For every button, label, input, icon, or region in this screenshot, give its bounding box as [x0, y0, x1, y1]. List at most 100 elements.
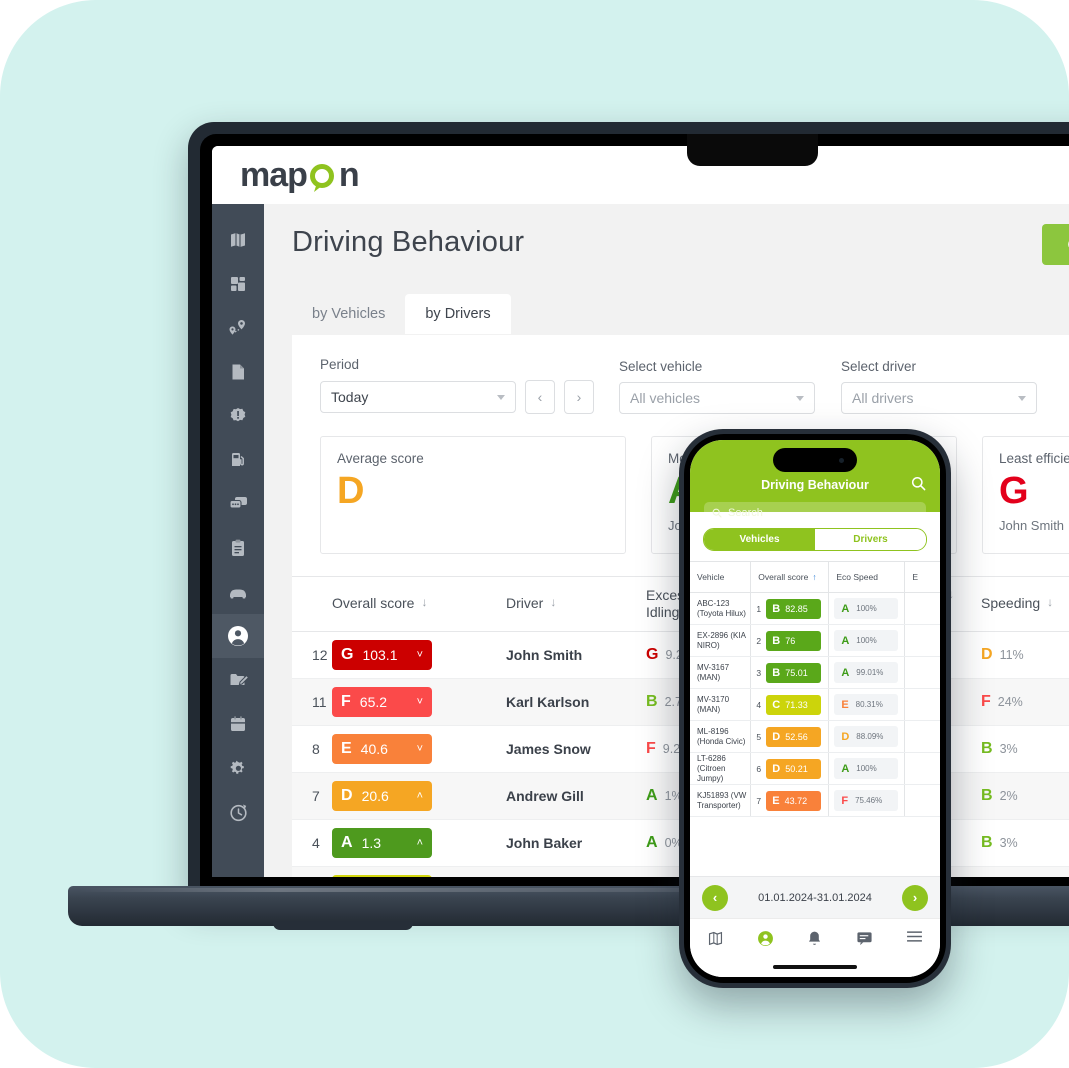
phone-table-row[interactable]: MV-3170 (MAN) 4 C 71.33 E 80.31%: [690, 689, 940, 721]
idling-grade: B: [646, 693, 658, 710]
driver-select[interactable]: All drivers: [841, 382, 1037, 414]
create-driver-button[interactable]: CREATE DRIVER: [1041, 224, 1069, 265]
phone-vehicle: ML-8196 (Honda Civic): [697, 726, 746, 746]
card-title: Average score: [337, 451, 424, 466]
speeding-grade: B: [981, 740, 993, 757]
segment-vehicles[interactable]: Vehicles: [704, 529, 815, 550]
phone-header-eco-speed[interactable]: Eco Speed: [829, 572, 878, 582]
phone-screen: Driving Behaviour Search Vehicles Driver…: [690, 440, 940, 977]
vehicle-select[interactable]: All vehicles: [619, 382, 815, 414]
bell-icon[interactable]: [807, 930, 822, 952]
speeding-grade: D: [981, 646, 993, 663]
view-tabs: by Vehicles by Drivers: [292, 294, 511, 334]
score-badge[interactable]: A 1.3 ˄: [332, 828, 432, 858]
phone-rank: 2: [756, 635, 762, 646]
fuel-icon: [228, 450, 248, 470]
phone-rank: 5: [756, 731, 762, 742]
phone-eco-cell: A 100%: [834, 598, 899, 619]
menu-icon[interactable]: [906, 930, 923, 948]
row-rank: 12: [312, 647, 328, 663]
header-driver[interactable]: Driver ↓: [506, 595, 646, 613]
phone-search-input[interactable]: Search: [704, 502, 926, 524]
phone-table-row[interactable]: ABC-123 (Toyota Hilux) 1 B 82.85 A 100%: [690, 593, 940, 625]
sidebar-item-routes[interactable]: [212, 306, 264, 350]
sidebar-item-maintenance[interactable]: [212, 658, 264, 702]
row-driver: John Smith: [506, 647, 583, 663]
laptop-base-notch: [273, 921, 413, 930]
header-speeding[interactable]: Speeding ↓: [981, 595, 1053, 613]
row-rank: 4: [312, 835, 320, 851]
routes-icon: [227, 318, 249, 338]
phone-table-row[interactable]: MV-3167 (MAN) 3 B 75.01 A 99.01%: [690, 657, 940, 689]
score-badge[interactable]: F 65.2 ˅: [332, 687, 432, 717]
period-label: Period: [320, 357, 360, 372]
search-icon[interactable]: [911, 476, 926, 496]
vehicles-icon: [227, 582, 249, 602]
sidebar-item-settings[interactable]: [212, 746, 264, 790]
phone-table-row[interactable]: EX-2896 (KIA NIRO) 2 B 76 A 100%: [690, 625, 940, 657]
phone-score-badge: E 43.72: [766, 790, 822, 811]
tab-by-drivers[interactable]: by Drivers: [405, 294, 511, 334]
segment-drivers[interactable]: Drivers: [815, 529, 926, 550]
phone-header-vehicle[interactable]: Vehicle: [690, 572, 724, 582]
phone-vehicle: ABC-123 (Toyota Hilux): [697, 598, 746, 618]
phone-table-header: Vehicle Overall score ↑ Eco Speed E: [690, 562, 940, 593]
phone-score-badge: B 75.01: [766, 662, 822, 683]
row-rank: 11: [312, 694, 327, 710]
sidebar-item-history[interactable]: [212, 790, 264, 834]
date-next-button[interactable]: ›: [902, 884, 928, 911]
sidebar-item-fuel[interactable]: [212, 438, 264, 482]
score-badge[interactable]: E 40.6 ˅: [332, 734, 432, 764]
speeding-grade: B: [981, 834, 993, 851]
alerts-icon: [228, 406, 248, 426]
score-badge[interactable]: D 20.6 ˄: [332, 781, 432, 811]
row-driver: James Snow: [506, 741, 591, 757]
tab-by-vehicles[interactable]: by Vehicles: [292, 294, 405, 334]
documents-icon: [228, 362, 248, 382]
speeding-grade: F: [981, 693, 991, 710]
sidebar-item-dashboard[interactable]: [212, 262, 264, 306]
sidebar-item-messages[interactable]: [212, 482, 264, 526]
speeding-value: 11%: [999, 648, 1024, 662]
sidebar-item-drivers[interactable]: [212, 614, 264, 658]
logo-text-start: map: [240, 155, 308, 194]
speeding-value: 3%: [999, 836, 1018, 850]
score-badge[interactable]: C˄: [332, 875, 432, 877]
phone-header-extra[interactable]: E: [905, 572, 918, 582]
sidebar-item-calendar[interactable]: [212, 702, 264, 746]
date-prev-button[interactable]: ‹: [702, 884, 728, 911]
phone-eco-cell: A 100%: [834, 630, 899, 651]
phone-score-badge: D 52.56: [766, 726, 822, 747]
phone-table-row[interactable]: KJ51893 (VW Transporter) 7 E 43.72 F 75.46%: [690, 785, 940, 817]
sidebar-item-vehicles[interactable]: [212, 570, 264, 614]
chevron-up-icon: ˄: [416, 790, 423, 802]
settings-icon: [228, 758, 249, 779]
driver-filter: Select driver All drivers: [841, 359, 1037, 414]
sidebar-item-tasks[interactable]: [212, 526, 264, 570]
idling-grade: G: [646, 646, 659, 663]
map-icon[interactable]: [707, 930, 724, 952]
period-next-button[interactable]: ›: [564, 380, 594, 414]
chevron-down-icon: [497, 394, 505, 400]
phone-table-row[interactable]: LT-6286 (Citroen Jumpy) 6 D 50.21 A 100%: [690, 753, 940, 785]
phone-table-row[interactable]: ML-8196 (Honda Civic) 5 D 52.56 D 88.09%: [690, 721, 940, 753]
idling-grade: A: [646, 834, 658, 851]
driver-icon[interactable]: [757, 930, 774, 952]
phone-rank: 6: [756, 763, 762, 774]
sidebar-item-documents[interactable]: [212, 350, 264, 394]
phone-table: Vehicle Overall score ↑ Eco Speed E ABC-1…: [690, 561, 940, 817]
sidebar-item-alerts[interactable]: [212, 394, 264, 438]
phone-header-overall-score[interactable]: Overall score ↑: [751, 572, 816, 582]
sidebar-item-map[interactable]: [212, 218, 264, 262]
header-overall-score[interactable]: Overall score ↓: [332, 595, 506, 613]
chat-icon[interactable]: [856, 930, 873, 951]
filter-bar: Period Today ‹ › Select vehicle All vehi…: [292, 335, 1069, 414]
period-prev-button[interactable]: ‹: [525, 380, 555, 414]
row-rank: 7: [312, 788, 320, 804]
phone-rank: 7: [756, 795, 762, 806]
period-select[interactable]: Today: [320, 381, 516, 413]
phone-mockup: Driving Behaviour Search Vehicles Driver…: [679, 429, 951, 988]
phone-eco-cell: F 75.46%: [834, 790, 899, 811]
chevron-down-icon: [1018, 395, 1026, 401]
score-badge[interactable]: G 103.1 ˅: [332, 640, 432, 670]
